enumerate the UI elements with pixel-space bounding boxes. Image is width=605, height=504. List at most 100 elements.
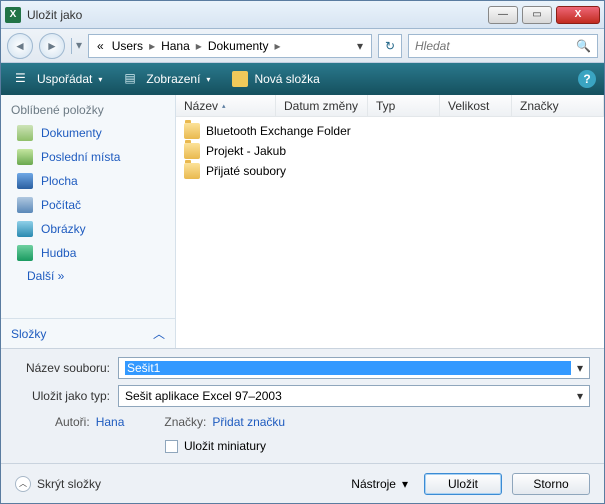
save-thumbnail-label: Uložit miniatury (184, 439, 266, 453)
sidebar-item-label: Hudba (41, 246, 76, 260)
minimize-button[interactable]: — (488, 6, 518, 24)
metadata-row: Autoři: Hana Značky: Přidat značku (15, 413, 590, 437)
filetype-label: Uložit jako typ: (15, 389, 110, 403)
filename-label: Název souboru: (15, 361, 110, 375)
arrow-right-icon: ► (46, 39, 58, 53)
address-bar[interactable]: « Users ▸ Hana ▸ Dokumenty ▸ ▾ (88, 34, 372, 58)
sidebar-item-desktop[interactable]: Plocha (1, 169, 175, 193)
sidebar-item-more[interactable]: Další » (1, 265, 175, 287)
filename-input[interactable] (125, 361, 571, 375)
bottom-panel: Název souboru: ▾ Uložit jako typ: ▾ Auto… (1, 348, 604, 463)
authors-field[interactable]: Autoři: Hana (55, 415, 124, 429)
toolbar: Uspořádat ▾ Zobrazení ▾ Nová složka ? (1, 63, 604, 95)
filetype-combo[interactable]: ▾ (118, 385, 590, 407)
col-tags[interactable]: Značky (512, 95, 604, 116)
list-item[interactable]: Projekt - Jakub (176, 141, 604, 161)
documents-icon (17, 125, 33, 141)
nav-bar: ◄ ► ▾ « Users ▸ Hana ▸ Dokumenty ▸ ▾ ↻ 🔍 (1, 29, 604, 63)
sidebar-item-music[interactable]: Hudba (1, 241, 175, 265)
cancel-button[interactable]: Storno (512, 473, 590, 495)
body: Oblíbené položky Dokumenty Poslední míst… (1, 95, 604, 348)
arrow-left-icon: ◄ (14, 39, 26, 53)
window-title: Uložit jako (27, 8, 484, 22)
new-folder-label: Nová složka (254, 72, 319, 86)
organize-icon (15, 71, 31, 87)
chevron-right-icon: ▸ (273, 39, 283, 53)
filetype-input[interactable] (125, 389, 571, 403)
excel-icon: X (5, 7, 21, 23)
list-item[interactable]: Přijaté soubory (176, 161, 604, 181)
address-dropdown-button[interactable]: ▾ (353, 39, 367, 53)
chevron-down-icon: ▾ (206, 75, 210, 84)
breadcrumb-seg[interactable]: Hana (157, 39, 194, 53)
computer-icon (17, 197, 33, 213)
search-box[interactable]: 🔍 (408, 34, 598, 58)
col-name[interactable]: Název▴ (176, 95, 276, 116)
save-thumbnail-checkbox[interactable] (165, 440, 178, 453)
views-icon (124, 71, 140, 87)
sidebar-item-label: Poslední místa (41, 150, 120, 164)
help-button[interactable]: ? (578, 70, 596, 88)
tools-label: Nástroje (351, 477, 396, 491)
column-headers: Název▴ Datum změny Typ Velikost Značky (176, 95, 604, 117)
folder-icon (184, 123, 200, 139)
breadcrumb-seg[interactable]: Users (108, 39, 147, 53)
chevron-down-icon[interactable]: ▾ (571, 361, 583, 375)
back-button[interactable]: ◄ (7, 33, 33, 59)
folders-header[interactable]: Složky ︿ (1, 318, 175, 348)
views-button[interactable]: Zobrazení ▾ (118, 68, 216, 90)
sidebar-item-recent[interactable]: Poslední místa (1, 145, 175, 169)
col-modified[interactable]: Datum změny (276, 95, 368, 116)
file-area: Název▴ Datum změny Typ Velikost Značky B… (176, 95, 604, 348)
chevron-down-icon: ▾ (98, 75, 102, 84)
forward-button[interactable]: ► (39, 33, 65, 59)
sidebar-item-pictures[interactable]: Obrázky (1, 217, 175, 241)
favorites-header: Oblíbené položky (1, 95, 175, 121)
breadcrumb-seg[interactable]: Dokumenty (204, 39, 273, 53)
save-button[interactable]: Uložit (424, 473, 502, 495)
tools-button[interactable]: Nástroje ▾ (345, 477, 414, 491)
music-icon (17, 245, 33, 261)
list-item[interactable]: Bluetooth Exchange Folder (176, 121, 604, 141)
sidebar: Oblíbené položky Dokumenty Poslední míst… (1, 95, 176, 348)
sidebar-item-label: Plocha (41, 174, 78, 188)
thumbnail-row: Uložit miniatury (15, 437, 590, 453)
chevron-up-icon: ︿ (15, 476, 31, 492)
sidebar-item-label: Počítač (41, 198, 81, 212)
chevron-down-icon: ▾ (402, 477, 408, 491)
tags-field[interactable]: Značky: Přidat značku (164, 415, 285, 429)
pictures-icon (17, 221, 33, 237)
sidebar-item-computer[interactable]: Počítač (1, 193, 175, 217)
footer: ︿ Skrýt složky Nástroje ▾ Uložit Storno (1, 463, 604, 503)
title-bar[interactable]: X Uložit jako — ▭ X (1, 1, 604, 29)
sidebar-item-label: Další » (27, 269, 64, 283)
save-as-dialog: X Uložit jako — ▭ X ◄ ► ▾ « Users ▸ Hana… (0, 0, 605, 504)
desktop-icon (17, 173, 33, 189)
authors-value: Hana (96, 415, 125, 429)
close-button[interactable]: X (556, 6, 600, 24)
sort-asc-icon: ▴ (222, 102, 226, 110)
filename-combo[interactable]: ▾ (118, 357, 590, 379)
folder-icon (232, 71, 248, 87)
col-type[interactable]: Typ (368, 95, 440, 116)
search-icon[interactable]: 🔍 (576, 39, 591, 53)
refresh-icon: ↻ (385, 39, 395, 53)
hide-folders-label: Skrýt složky (37, 477, 101, 491)
hide-folders-button[interactable]: ︿ Skrýt složky (15, 476, 101, 492)
file-name: Bluetooth Exchange Folder (206, 124, 351, 138)
tags-value: Přidat značku (212, 415, 285, 429)
organize-button[interactable]: Uspořádat ▾ (9, 68, 108, 90)
authors-label: Autoři: (55, 415, 90, 429)
maximize-button[interactable]: ▭ (522, 6, 552, 24)
tags-label: Značky: (164, 415, 206, 429)
recent-locations-button[interactable]: ▾ (71, 38, 82, 54)
chevron-down-icon[interactable]: ▾ (571, 389, 583, 403)
col-size[interactable]: Velikost (440, 95, 512, 116)
breadcrumb-prefix: « (93, 39, 108, 53)
sidebar-item-documents[interactable]: Dokumenty (1, 121, 175, 145)
new-folder-button[interactable]: Nová složka (226, 68, 325, 90)
search-input[interactable] (415, 39, 576, 53)
file-list[interactable]: Bluetooth Exchange Folder Projekt - Jaku… (176, 117, 604, 348)
refresh-button[interactable]: ↻ (378, 34, 402, 58)
recent-icon (17, 149, 33, 165)
